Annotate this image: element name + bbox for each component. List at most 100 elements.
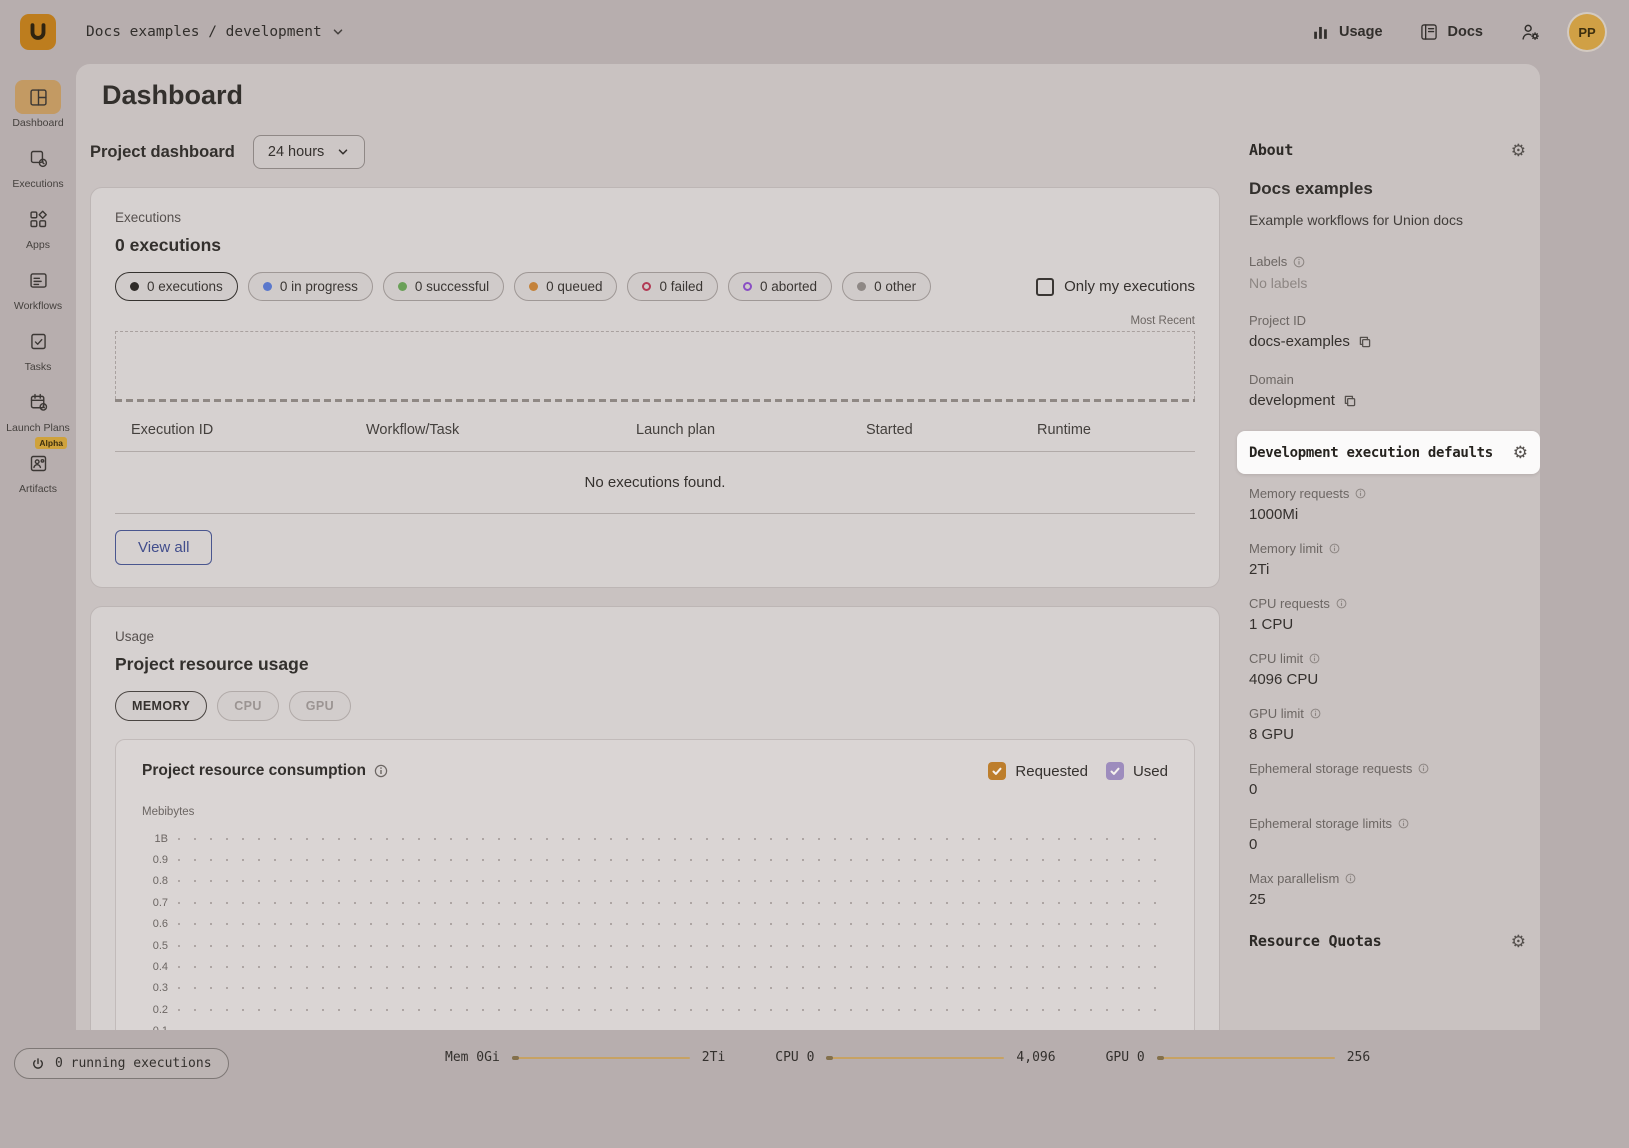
chevron-down-icon [331,25,345,39]
column-header: Execution ID [131,422,366,438]
docs-button[interactable]: Docs [1419,22,1483,42]
default-field: Memory limit 2Ti [1249,541,1526,578]
most-recent-label: Most Recent [115,315,1195,327]
gpu-meter-max: 256 [1347,1050,1370,1065]
only-my-executions-checkbox[interactable]: Only my executions [1036,278,1195,296]
filter-chip-4[interactable]: 0 failed [627,272,718,301]
filter-chip-3[interactable]: 0 queued [514,272,617,301]
y-tick: 0.9 [142,854,168,866]
title-bar: Dashboard [76,64,1540,121]
default-field: CPU limit 4096 CPU [1249,651,1526,688]
labels-field-label: Labels [1249,254,1526,269]
about-title: About [1249,141,1293,159]
domain-value: development [1249,392,1335,409]
sidebar-item-dashboard[interactable]: Dashboard [3,80,73,129]
y-tick: 0.7 [142,897,168,909]
time-range-dropdown[interactable]: 24 hours [253,135,365,169]
executions-table-header: Execution ID Workflow/Task Launch plan S… [115,402,1195,452]
gear-icon[interactable]: ⚙ [1511,142,1526,159]
filter-chip-label: 0 queued [546,279,602,294]
admin-settings-button[interactable] [1519,21,1541,43]
legend-requested-checkbox[interactable]: Requested [988,762,1088,780]
usage-button[interactable]: Usage [1311,23,1383,42]
breadcrumb-text: Docs examples / development [86,24,322,40]
filter-chip-label: 0 failed [659,279,703,294]
gridline [178,945,1168,947]
info-icon[interactable] [1329,543,1340,554]
sidebar-item-tasks[interactable]: Tasks [3,324,73,373]
execution-defaults-header: Development execution defaults ⚙ [1237,431,1540,474]
filter-chip-1[interactable]: 0 in progress [248,272,373,301]
top-bar: Docs examples / development Usage Docs P… [0,0,1629,64]
sidebar-item-workflows[interactable]: Workflows [3,263,73,312]
running-executions-pill[interactable]: 0 running executions [14,1048,229,1079]
info-icon[interactable] [1293,256,1305,268]
gpu-meter: GPU 0 256 [1106,1050,1371,1065]
view-all-button[interactable]: View all [115,530,212,565]
tab-cpu[interactable]: CPU [217,691,279,721]
info-icon[interactable] [1355,488,1366,499]
execution-defaults-title: Development execution defaults [1249,445,1493,461]
resource-quotas-title: Resource Quotas [1249,932,1381,950]
breadcrumb[interactable]: Docs examples / development [86,24,345,40]
dashboard-icon [28,87,49,108]
union-logo[interactable] [20,14,56,50]
tab-memory[interactable]: MEMORY [115,691,207,721]
usage-card-title: Project resource usage [115,654,1195,675]
status-bar: 0 running executions Mem 0Gi 2Ti CPU 0 4… [0,1030,1629,1148]
copy-icon[interactable] [1343,394,1357,408]
filter-chip-2[interactable]: 0 successful [383,272,504,301]
gridline [178,987,1168,989]
info-icon[interactable] [1418,763,1429,774]
info-icon[interactable] [1310,708,1321,719]
launch-plans-icon [28,392,49,413]
info-icon[interactable] [1309,653,1320,664]
checkbox-checked-icon [1106,762,1124,780]
filter-chip-6[interactable]: 0 other [842,272,931,301]
filter-chip-5[interactable]: 0 aborted [728,272,832,301]
project-id-value: docs-examples [1249,333,1350,350]
cpu-meter-label: CPU 0 [775,1050,814,1065]
filter-chip-dot-5 [743,282,752,291]
copy-icon[interactable] [1358,335,1372,349]
info-icon[interactable] [1345,873,1356,884]
filter-chip-0[interactable]: 0 executions [115,272,238,301]
avatar-initials: PP [1578,25,1595,40]
gear-icon[interactable]: ⚙ [1511,933,1526,950]
filter-chip-label: 0 other [874,279,916,294]
sidebar-item-executions[interactable]: Executions [3,141,73,190]
cpu-meter-track [826,1057,1004,1059]
sidebar-item-apps[interactable]: Apps [3,202,73,251]
column-header: Launch plan [636,422,866,438]
avatar[interactable]: PP [1569,14,1605,50]
sidebar-item-label: Apps [26,239,50,251]
gpu-meter-label: GPU 0 [1106,1050,1145,1065]
chart-legend: Requested Used [988,762,1168,780]
gear-icon[interactable]: ⚙ [1513,444,1528,461]
info-icon[interactable] [374,764,388,778]
sidebar-item-label: Artifacts [19,483,57,495]
usage-card: Usage Project resource usage MEMORY CPU … [90,606,1220,1030]
sidebar-item-label: Workflows [14,300,62,312]
sidebar-item-label: Launch Plans [6,422,70,434]
resource-tabs: MEMORY CPU GPU [115,691,1195,721]
filter-chip-label: 0 in progress [280,279,358,294]
y-tick: 0.2 [142,1004,168,1016]
filter-chip-dot-1 [263,282,272,291]
info-icon[interactable] [1398,818,1409,829]
sidebar-item-label: Executions [12,178,63,190]
artifacts-icon [28,453,49,474]
sidebar-item-launch-plans[interactable]: Launch Plans [3,385,73,434]
legend-requested-label: Requested [1015,763,1088,780]
legend-used-checkbox[interactable]: Used [1106,762,1168,780]
gridline [178,838,1168,840]
y-tick: 0.4 [142,961,168,973]
docs-icon [1419,22,1439,42]
memory-meter-track [512,1057,690,1059]
bar-chart-icon [1311,23,1330,42]
sidebar-item-artifacts[interactable]: Alpha Artifacts [3,446,73,495]
y-tick: 0.8 [142,875,168,887]
tab-gpu[interactable]: GPU [289,691,351,721]
info-icon[interactable] [1336,598,1347,609]
executions-count-title: 0 executions [115,235,1195,256]
